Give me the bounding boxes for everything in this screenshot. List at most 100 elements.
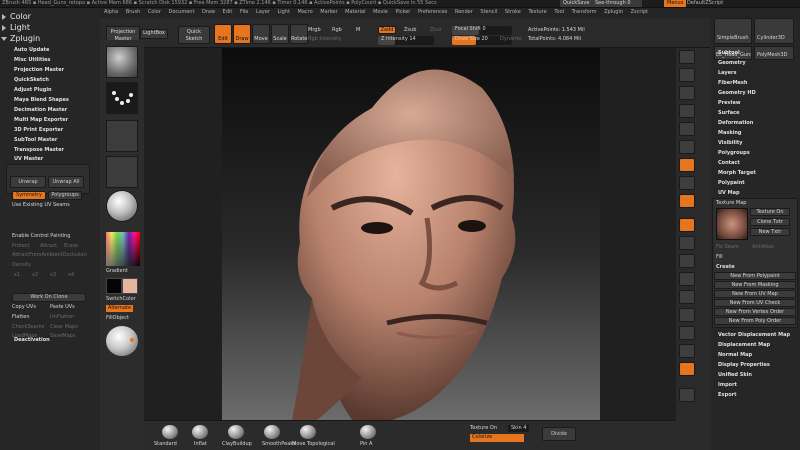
enable-control-painting-toggle[interactable]: Enable Control Painting — [12, 233, 70, 240]
mrgb-toggle[interactable]: Mrgb — [308, 27, 321, 34]
plugin-maya-blend-shapes[interactable]: Maya Blend Shapes — [14, 97, 69, 104]
plugin-quicksketch[interactable]: QuickSketch — [14, 77, 49, 84]
menu-preferences[interactable]: Preferences — [418, 9, 447, 15]
flatten-button[interactable]: Flatten — [12, 314, 30, 321]
subpalette-vector-displacement-map[interactable]: Vector Displacement Map — [718, 332, 790, 339]
polygroups-toggle[interactable]: Polygroups — [48, 191, 82, 200]
move-topological-brush-icon[interactable] — [300, 425, 316, 439]
plugin-3d-print-exporter[interactable]: 3D Print Exporter — [14, 127, 63, 134]
rotate-icon[interactable] — [679, 308, 695, 322]
aahalf-icon[interactable] — [679, 140, 695, 154]
material-sphere-thumbnail[interactable] — [106, 190, 138, 222]
menu-file[interactable]: File — [240, 9, 248, 15]
protect-button[interactable]: Protect — [12, 243, 30, 250]
unflatten-button[interactable]: UnFlatten — [50, 314, 74, 321]
menus-button[interactable]: Menus — [664, 0, 687, 7]
density-x4[interactable]: x4 — [68, 272, 74, 279]
subpalette-morph-target[interactable]: Morph Target — [718, 170, 756, 177]
rgb-toggle[interactable]: Rgb — [332, 27, 342, 34]
menu-layer[interactable]: Layer — [256, 9, 270, 15]
color-palette-header[interactable]: Color — [2, 12, 31, 22]
subpalette-geometry-hd[interactable]: Geometry HD — [718, 90, 756, 97]
clone-txtr-button[interactable]: Clone Txtr — [750, 218, 790, 226]
sculpted-head-model[interactable] — [222, 48, 600, 420]
menu-document[interactable]: Document — [169, 9, 195, 15]
attract-button[interactable]: Attract — [40, 243, 57, 250]
zoom-icon[interactable] — [679, 104, 695, 118]
plugin-auto-update[interactable]: Auto Update — [14, 47, 49, 54]
actual-icon[interactable] — [679, 122, 695, 136]
main-color-swatch[interactable] — [106, 278, 122, 294]
texture-on-toggle[interactable]: Texture On — [470, 425, 497, 432]
default-zscript-button[interactable]: DefaultZScript — [684, 0, 726, 7]
solo-icon[interactable] — [679, 362, 695, 376]
subpalette-masking[interactable]: Masking — [718, 130, 742, 137]
draw-mode-button[interactable]: Draw — [233, 24, 251, 44]
new-from-masking-button[interactable]: New From Masking — [714, 281, 796, 289]
see-through-slider[interactable]: See-through 0 — [592, 0, 642, 7]
subpalette-uv-map[interactable]: UV Map — [718, 190, 740, 197]
secondary-color-swatch[interactable] — [122, 278, 138, 294]
focal-shift-slider[interactable]: Focal Shift 0 — [452, 26, 512, 35]
current-brush-thumbnail[interactable] — [106, 46, 138, 78]
frame-icon[interactable] — [679, 254, 695, 268]
plugin-multi-map-exporter[interactable]: Multi Map Exporter — [14, 117, 68, 124]
subpalette-unified-skin[interactable]: Unified Skin — [718, 372, 752, 379]
claybuildup-brush-icon[interactable] — [228, 425, 244, 439]
subpalette-surface[interactable]: Surface — [718, 110, 740, 117]
subpalette-displacement-map[interactable]: Displacement Map — [718, 342, 770, 349]
density-x2[interactable]: x2 — [32, 272, 38, 279]
rotate-mode-button[interactable]: Rotate — [290, 24, 308, 44]
paste-uvs-button[interactable]: Paste UVs — [50, 304, 75, 311]
xpose-icon[interactable] — [679, 388, 695, 402]
z-intensity-slider[interactable]: Z Intensity 14 — [378, 36, 434, 45]
new-from-polypaint-button[interactable]: New From Polypaint — [714, 272, 796, 280]
subpalette-export[interactable]: Export — [718, 392, 737, 399]
tool-thumbnail-simplebrush[interactable]: SimpleBrush — [714, 18, 752, 44]
menu-texture[interactable]: Texture — [528, 9, 546, 15]
subpalette-contact[interactable]: Contact — [718, 160, 740, 167]
zplugin-palette-header[interactable]: Zplugin — [1, 34, 40, 44]
scale-icon[interactable] — [679, 290, 695, 304]
plugin-uv-master[interactable]: UV Master — [14, 156, 43, 163]
persp-icon[interactable] — [679, 158, 695, 172]
texture-map-thumbnail[interactable] — [716, 208, 748, 240]
fill-button[interactable]: Fill — [716, 254, 723, 261]
save-maps-button[interactable]: SaveMaps — [50, 333, 75, 340]
m-toggle[interactable]: M — [356, 27, 360, 34]
dynamic-toggle[interactable]: Dynamic — [500, 36, 522, 43]
move-icon[interactable] — [679, 272, 695, 286]
bpr-icon[interactable] — [679, 50, 695, 64]
subpalette-geometry[interactable]: Geometry — [718, 60, 746, 67]
antialias-toggle[interactable]: AntiAlias — [752, 244, 774, 251]
plugin-projection-master[interactable]: Projection Master — [14, 67, 64, 74]
pin-a-brush-icon[interactable] — [360, 425, 376, 439]
subpalette-deformation[interactable]: Deformation — [718, 120, 753, 127]
zadd-toggle[interactable]: Zadd — [378, 26, 396, 34]
subpalette-polygroups[interactable]: Polygroups — [718, 150, 750, 157]
fill-object-button[interactable]: FillObject — [106, 315, 129, 322]
menu-macro[interactable]: Macro — [298, 9, 313, 15]
stroke-dots-icon[interactable] — [106, 82, 138, 114]
plugin-subtool-master[interactable]: SubTool Master — [14, 137, 57, 144]
zsub-toggle[interactable]: Zsub — [404, 27, 416, 34]
fix-seam-toggle[interactable]: Fix Seam — [716, 244, 739, 251]
unwrap-button[interactable]: Unwrap — [10, 176, 46, 188]
edit-mode-button[interactable]: Edit — [214, 24, 232, 44]
switch-color-button[interactable]: SwitchColor — [106, 296, 136, 303]
erase-button[interactable]: Erase — [64, 243, 78, 250]
menu-brush[interactable]: Brush — [126, 9, 140, 15]
plugin-adjust[interactable]: Adjust Plugin — [14, 87, 52, 94]
menu-zscript[interactable]: Zscript — [631, 9, 648, 15]
subpalette-import[interactable]: Import — [718, 382, 737, 389]
copy-uvs-button[interactable]: Copy UVs — [12, 304, 36, 311]
scale-mode-button[interactable]: Scale — [271, 24, 289, 44]
inflat-brush-icon[interactable] — [192, 425, 208, 439]
transp-icon[interactable] — [679, 344, 695, 358]
lightbox-button[interactable]: LightBox — [140, 29, 168, 39]
tool-thumbnail-cylinder3d[interactable]: Cylinder3D — [754, 18, 794, 44]
work-on-clone-button[interactable]: Work On Clone — [12, 293, 86, 302]
new-txtr-button[interactable]: New Txtr — [750, 228, 790, 236]
rgb-intensity-slider[interactable]: Rgb Intensity — [308, 36, 341, 43]
texture-on-button[interactable]: Texture On — [750, 208, 790, 216]
